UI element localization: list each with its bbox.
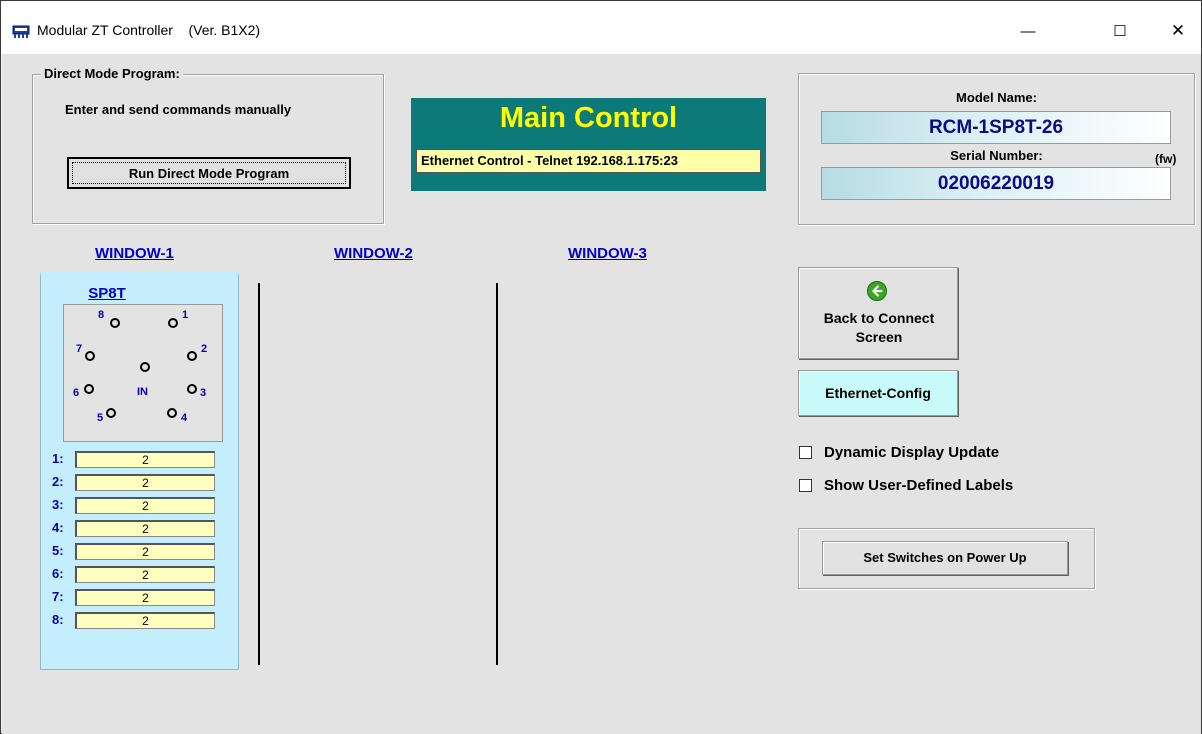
user-labels-checkbox[interactable] [799, 479, 812, 492]
port-label-3: 3 [200, 387, 207, 399]
user-labels-label: Show User-Defined Labels [824, 477, 1014, 494]
run-direct-mode-button[interactable]: Run Direct Mode Program [67, 157, 351, 189]
power-up-group: Set Switches on Power Up [798, 528, 1095, 589]
common-port-icon [140, 362, 150, 372]
app-version: (Ver. B1X2) [188, 22, 261, 38]
window-1-link[interactable]: WINDOW-1 [95, 245, 174, 262]
port-label-2: 2 [201, 343, 208, 355]
sp8t-switch-link[interactable]: SP8T [2, 285, 212, 302]
port-7-icon[interactable] [85, 351, 95, 361]
port-label-4: 4 [181, 412, 188, 424]
back-label-line1: Back to Connect [823, 310, 935, 326]
channel-value-field[interactable]: 2 [75, 589, 215, 606]
channel-value-field[interactable]: 2 [75, 497, 215, 514]
back-arrow-icon [867, 281, 887, 301]
port-label-6: 6 [73, 387, 80, 399]
app-title: Modular ZT Controller [37, 22, 173, 38]
port-1-icon[interactable] [168, 318, 178, 328]
in-label: IN [137, 386, 148, 398]
port-2-icon[interactable] [187, 351, 197, 361]
channel-label: 1: [52, 451, 64, 466]
channel-value-field[interactable]: 2 [75, 474, 215, 491]
serial-number-label: Serial Number: [950, 148, 1043, 163]
channel-value-field[interactable]: 2 [75, 566, 215, 583]
channel-label: 2: [52, 474, 64, 489]
direct-mode-legend: Direct Mode Program: [41, 66, 183, 81]
direct-mode-description: Enter and send commands manually [65, 102, 292, 117]
channel-label: 7: [52, 589, 64, 604]
port-label-1: 1 [182, 309, 189, 321]
channel-label: 3: [52, 497, 64, 512]
main-client-area: Direct Mode Program: Enter and send comm… [2, 54, 1201, 734]
channel-label: 6: [52, 566, 64, 581]
window-title: Modular ZT Controller (Ver. B1X2) [37, 22, 260, 38]
port-8-icon[interactable] [110, 318, 120, 328]
run-direct-mode-label: Run Direct Mode Program [128, 165, 290, 181]
channel-label: 5: [52, 543, 64, 558]
model-name-value: RCM-1SP8T-26 [821, 111, 1171, 144]
dynamic-display-label: Dynamic Display Update [824, 444, 1000, 461]
port-label-5: 5 [97, 412, 104, 424]
ethernet-config-button[interactable]: Ethernet-Config [798, 370, 958, 416]
port-5-icon[interactable] [106, 408, 116, 418]
port-label-7: 7 [76, 343, 83, 355]
back-to-connect-label: Back to Connect Screen [799, 309, 959, 347]
window-3-link[interactable]: WINDOW-3 [568, 245, 647, 262]
app-window: Modular ZT Controller (Ver. B1X2) — ☐ ✕ … [0, 0, 1202, 734]
channel-label: 4: [52, 520, 64, 535]
firmware-label: (fw) [1155, 152, 1177, 166]
model-name-label: Model Name: [956, 90, 1037, 105]
window-divider [496, 283, 498, 665]
port-6-icon[interactable] [84, 384, 94, 394]
channel-value-field[interactable]: 2 [75, 612, 215, 629]
connection-status: Ethernet Control - Telnet 192.168.1.175:… [416, 149, 761, 173]
channel-label: 8: [52, 612, 64, 627]
main-control-panel: Main Control Ethernet Control - Telnet 1… [411, 98, 766, 191]
port-3-icon[interactable] [187, 384, 197, 394]
direct-mode-group: Direct Mode Program: Enter and send comm… [32, 66, 384, 224]
controller-icon [12, 25, 30, 38]
switch-diagram[interactable]: 8 1 7 2 6 IN 3 5 4 [63, 304, 223, 442]
window-2-link[interactable]: WINDOW-2 [334, 245, 413, 262]
set-switches-power-up-button[interactable]: Set Switches on Power Up [822, 541, 1068, 575]
port-4-icon[interactable] [167, 408, 177, 418]
port-label-8: 8 [98, 309, 105, 321]
serial-number-value: 02006220019 [821, 167, 1171, 200]
back-label-line2: Screen [855, 329, 903, 345]
main-control-title: Main Control [499, 102, 678, 134]
device-info-group: Model Name: RCM-1SP8T-26 Serial Number: … [798, 73, 1195, 225]
minimize-button[interactable]: — [1005, 11, 1051, 51]
back-to-connect-button[interactable]: Back to Connect Screen [798, 267, 958, 359]
close-button[interactable]: ✕ [1155, 11, 1201, 51]
maximize-button[interactable]: ☐ [1097, 11, 1143, 51]
title-bar[interactable]: Modular ZT Controller (Ver. B1X2) — ☐ ✕ [1, 1, 1201, 54]
channel-value-field[interactable]: 2 [75, 451, 215, 468]
channel-value-field[interactable]: 2 [75, 520, 215, 537]
dynamic-display-checkbox[interactable] [799, 446, 812, 459]
window-divider [258, 283, 260, 665]
channel-value-field[interactable]: 2 [75, 543, 215, 560]
